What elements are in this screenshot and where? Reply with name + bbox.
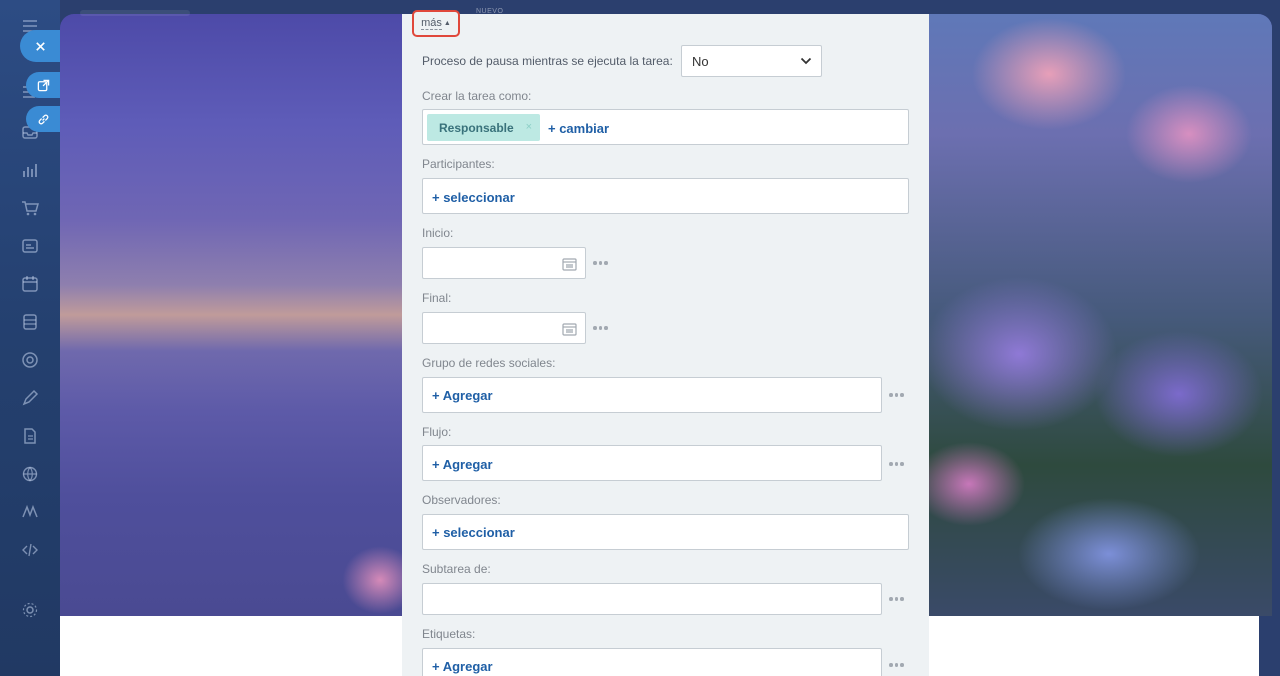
- end-label: Final:: [422, 291, 452, 305]
- subtask-of-input[interactable]: [422, 583, 882, 615]
- pause-process-value: No: [692, 53, 709, 69]
- left-navigation: [0, 0, 60, 676]
- chart-icon[interactable]: [18, 158, 42, 182]
- close-slider-button[interactable]: [20, 30, 60, 62]
- chevron-down-icon: [800, 57, 812, 65]
- participants-label: Participantes:: [422, 157, 495, 171]
- social-group-add-link[interactable]: + Agregar: [432, 388, 493, 403]
- open-in-new-window-button[interactable]: [26, 72, 60, 98]
- database-icon[interactable]: [18, 310, 42, 334]
- flow-add-link[interactable]: + Agregar: [432, 457, 493, 472]
- pause-process-select[interactable]: No: [681, 45, 822, 77]
- link-icon: [38, 114, 48, 124]
- code-icon[interactable]: [18, 538, 42, 562]
- participants-select-link[interactable]: + seleccionar: [432, 190, 515, 205]
- top-placeholder-bar: [80, 10, 190, 16]
- document-icon[interactable]: [18, 424, 42, 448]
- contact-card-icon[interactable]: [18, 234, 42, 258]
- tags-more-icon[interactable]: [889, 662, 905, 668]
- close-icon: [35, 41, 45, 51]
- background-flowers: [929, 14, 1272, 616]
- caret-up-icon: ▲: [443, 20, 451, 27]
- calendar-icon[interactable]: [562, 257, 577, 271]
- more-toggle-label: más: [421, 17, 442, 30]
- pause-process-label: Proceso de pausa mientras se ejecuta la …: [422, 54, 673, 68]
- social-group-more-icon[interactable]: [889, 392, 905, 398]
- create-as-label: Crear la tarea como:: [422, 89, 532, 103]
- calendar-icon[interactable]: [18, 272, 42, 296]
- subtask-of-label: Subtarea de:: [422, 562, 491, 576]
- external-link-icon: [37, 79, 49, 91]
- globe-icon[interactable]: [18, 462, 42, 486]
- more-toggle[interactable]: más ▲: [412, 10, 460, 37]
- target-icon[interactable]: [18, 348, 42, 372]
- pen-icon[interactable]: [18, 386, 42, 410]
- social-group-label: Grupo de redes sociales:: [422, 356, 556, 370]
- flow-more-icon[interactable]: [889, 461, 905, 467]
- start-label: Inicio:: [422, 226, 454, 240]
- copy-link-button[interactable]: [26, 106, 60, 132]
- start-more-icon[interactable]: [593, 260, 609, 266]
- end-more-icon[interactable]: [593, 325, 609, 331]
- change-link[interactable]: + cambiar: [548, 121, 609, 136]
- observers-select-link[interactable]: + seleccionar: [432, 525, 515, 540]
- observers-label: Observadores:: [422, 493, 501, 507]
- flow-label: Flujo:: [422, 425, 452, 439]
- calendar-icon[interactable]: [562, 322, 577, 336]
- chip-remove-icon[interactable]: ×: [526, 121, 532, 133]
- responsible-chip: Responsable ×: [427, 114, 540, 141]
- chip-label: Responsable: [439, 120, 514, 135]
- tags-add-link[interactable]: + Agregar: [432, 659, 493, 674]
- brand-icon[interactable]: [18, 500, 42, 524]
- cart-icon[interactable]: [18, 196, 42, 220]
- tags-label: Etiquetas:: [422, 627, 476, 641]
- settings-icon[interactable]: [18, 598, 42, 622]
- subtask-of-more-icon[interactable]: [889, 596, 905, 602]
